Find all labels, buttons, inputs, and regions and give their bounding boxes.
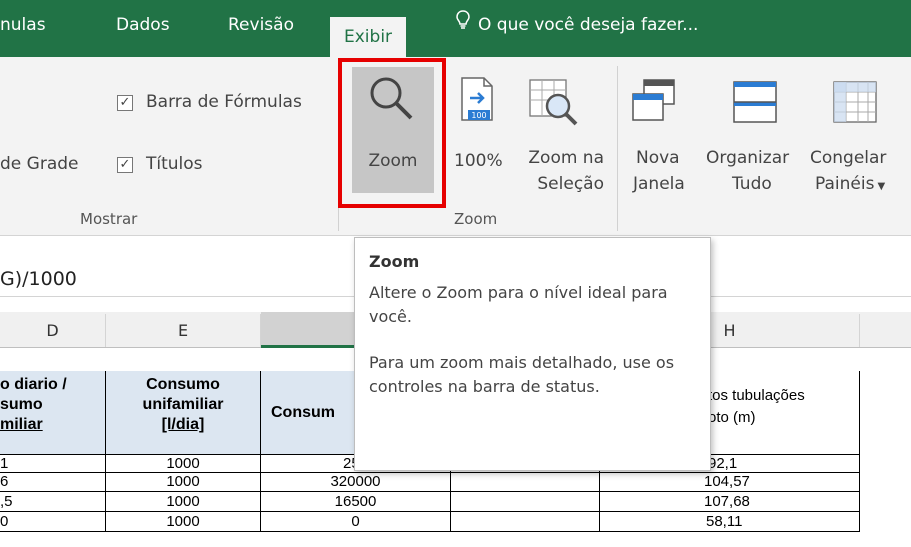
header-text: Consumo: [146, 376, 220, 393]
freeze-panes-label-2[interactable]: Painéis ▼: [815, 171, 885, 200]
header-cell-d[interactable]: o diario / sumo miliar: [0, 371, 106, 455]
chevron-down-icon: ▼: [877, 181, 886, 192]
table-cell[interactable]: 1000: [106, 455, 261, 473]
formula-text[interactable]: G)/1000: [0, 268, 77, 290]
tab-dados[interactable]: Dados: [116, 0, 170, 57]
tooltip-detail: Para um zoom mais detalhado, use os cont…: [369, 353, 675, 396]
formula-bar-checkbox[interactable]: ✓: [117, 95, 133, 111]
new-window-label-1[interactable]: Nova: [636, 145, 680, 171]
header-text: oto (m): [708, 409, 756, 426]
tell-me-search[interactable]: O que você deseja fazer...: [456, 0, 698, 57]
zoom-100-icon: 100: [458, 76, 498, 130]
tab-revisao[interactable]: Revisão: [228, 0, 294, 57]
table-cell[interactable]: 1000: [106, 512, 261, 532]
tell-me-text: O que você deseja fazer...: [478, 15, 699, 35]
table-cell[interactable]: 58,11: [600, 512, 860, 532]
ribbon-tab-bar: nulas Dados Revisão Exibir O que você de…: [0, 0, 911, 57]
header-text: o diario /: [0, 376, 67, 393]
header-cell-e[interactable]: Consumo unifamiliar [l/dia]: [106, 371, 261, 455]
header-text: unifamiliar: [142, 396, 224, 413]
column-header-e[interactable]: E: [106, 314, 261, 347]
header-text: sumo: [0, 396, 43, 413]
zoom-tooltip: Zoom Altere o Zoom para o nível ideal pa…: [354, 237, 711, 471]
table-cell[interactable]: 0: [261, 512, 451, 532]
zoom-selection-label-1[interactable]: Zoom na: [512, 145, 604, 171]
zoom-100-label[interactable]: 100%: [454, 148, 503, 174]
headings-checkbox[interactable]: ✓: [117, 157, 133, 173]
group-label-zoom: Zoom: [454, 210, 498, 228]
table-cell[interactable]: 16500: [261, 492, 451, 512]
table-cell[interactable]: 320000: [261, 473, 451, 492]
arrange-all-icon: [732, 80, 778, 128]
group-label-mostrar: Mostrar: [80, 210, 138, 228]
arrange-all-label-1[interactable]: Organizar: [706, 145, 789, 171]
table-cell[interactable]: 1000: [106, 473, 261, 492]
gridlines-label[interactable]: de Grade: [0, 154, 78, 174]
freeze-panes-icon: [832, 80, 878, 128]
headings-label[interactable]: Títulos: [146, 154, 203, 174]
table-cell[interactable]: 104,57: [600, 473, 860, 492]
header-text: tos tubulações: [708, 387, 805, 404]
arrange-all-label-2[interactable]: Tudo: [732, 171, 772, 197]
new-window-label-2[interactable]: Janela: [633, 171, 685, 197]
column-header-d[interactable]: D: [0, 314, 106, 347]
zoom-selection-label-2[interactable]: Seleção: [512, 171, 604, 197]
group-separator: [617, 66, 618, 231]
freeze-panes-label-1[interactable]: Congelar: [810, 145, 886, 171]
tooltip-title: Zoom: [369, 252, 420, 271]
tooltip-description: Altere o Zoom para o nível ideal para vo…: [369, 283, 668, 326]
table-cell[interactable]: [451, 512, 600, 532]
table-cell[interactable]: [451, 492, 600, 512]
table-cell[interactable]: 107,68: [600, 492, 860, 512]
table-cell[interactable]: [451, 473, 600, 492]
lightbulb-icon: [456, 0, 470, 50]
zoom-highlight-box: [338, 58, 446, 208]
new-window-icon: [630, 78, 678, 128]
header-text: [l/dia]: [161, 416, 205, 433]
table-cell[interactable]: 1: [0, 455, 106, 473]
table-cell[interactable]: 0: [0, 512, 106, 532]
zoom-selection-icon: [528, 78, 580, 132]
header-text: miliar: [0, 416, 43, 433]
svg-text:100: 100: [471, 111, 486, 120]
tab-formulas[interactable]: nulas: [0, 0, 46, 57]
table-cell[interactable]: 6: [0, 473, 106, 492]
table-cell[interactable]: ,5: [0, 492, 106, 512]
table-cell[interactable]: 1000: [106, 492, 261, 512]
formula-bar-label[interactable]: Barra de Fórmulas: [146, 92, 302, 112]
tab-exibir[interactable]: Exibir: [330, 17, 407, 57]
column-header-f-selected[interactable]: [261, 312, 361, 348]
